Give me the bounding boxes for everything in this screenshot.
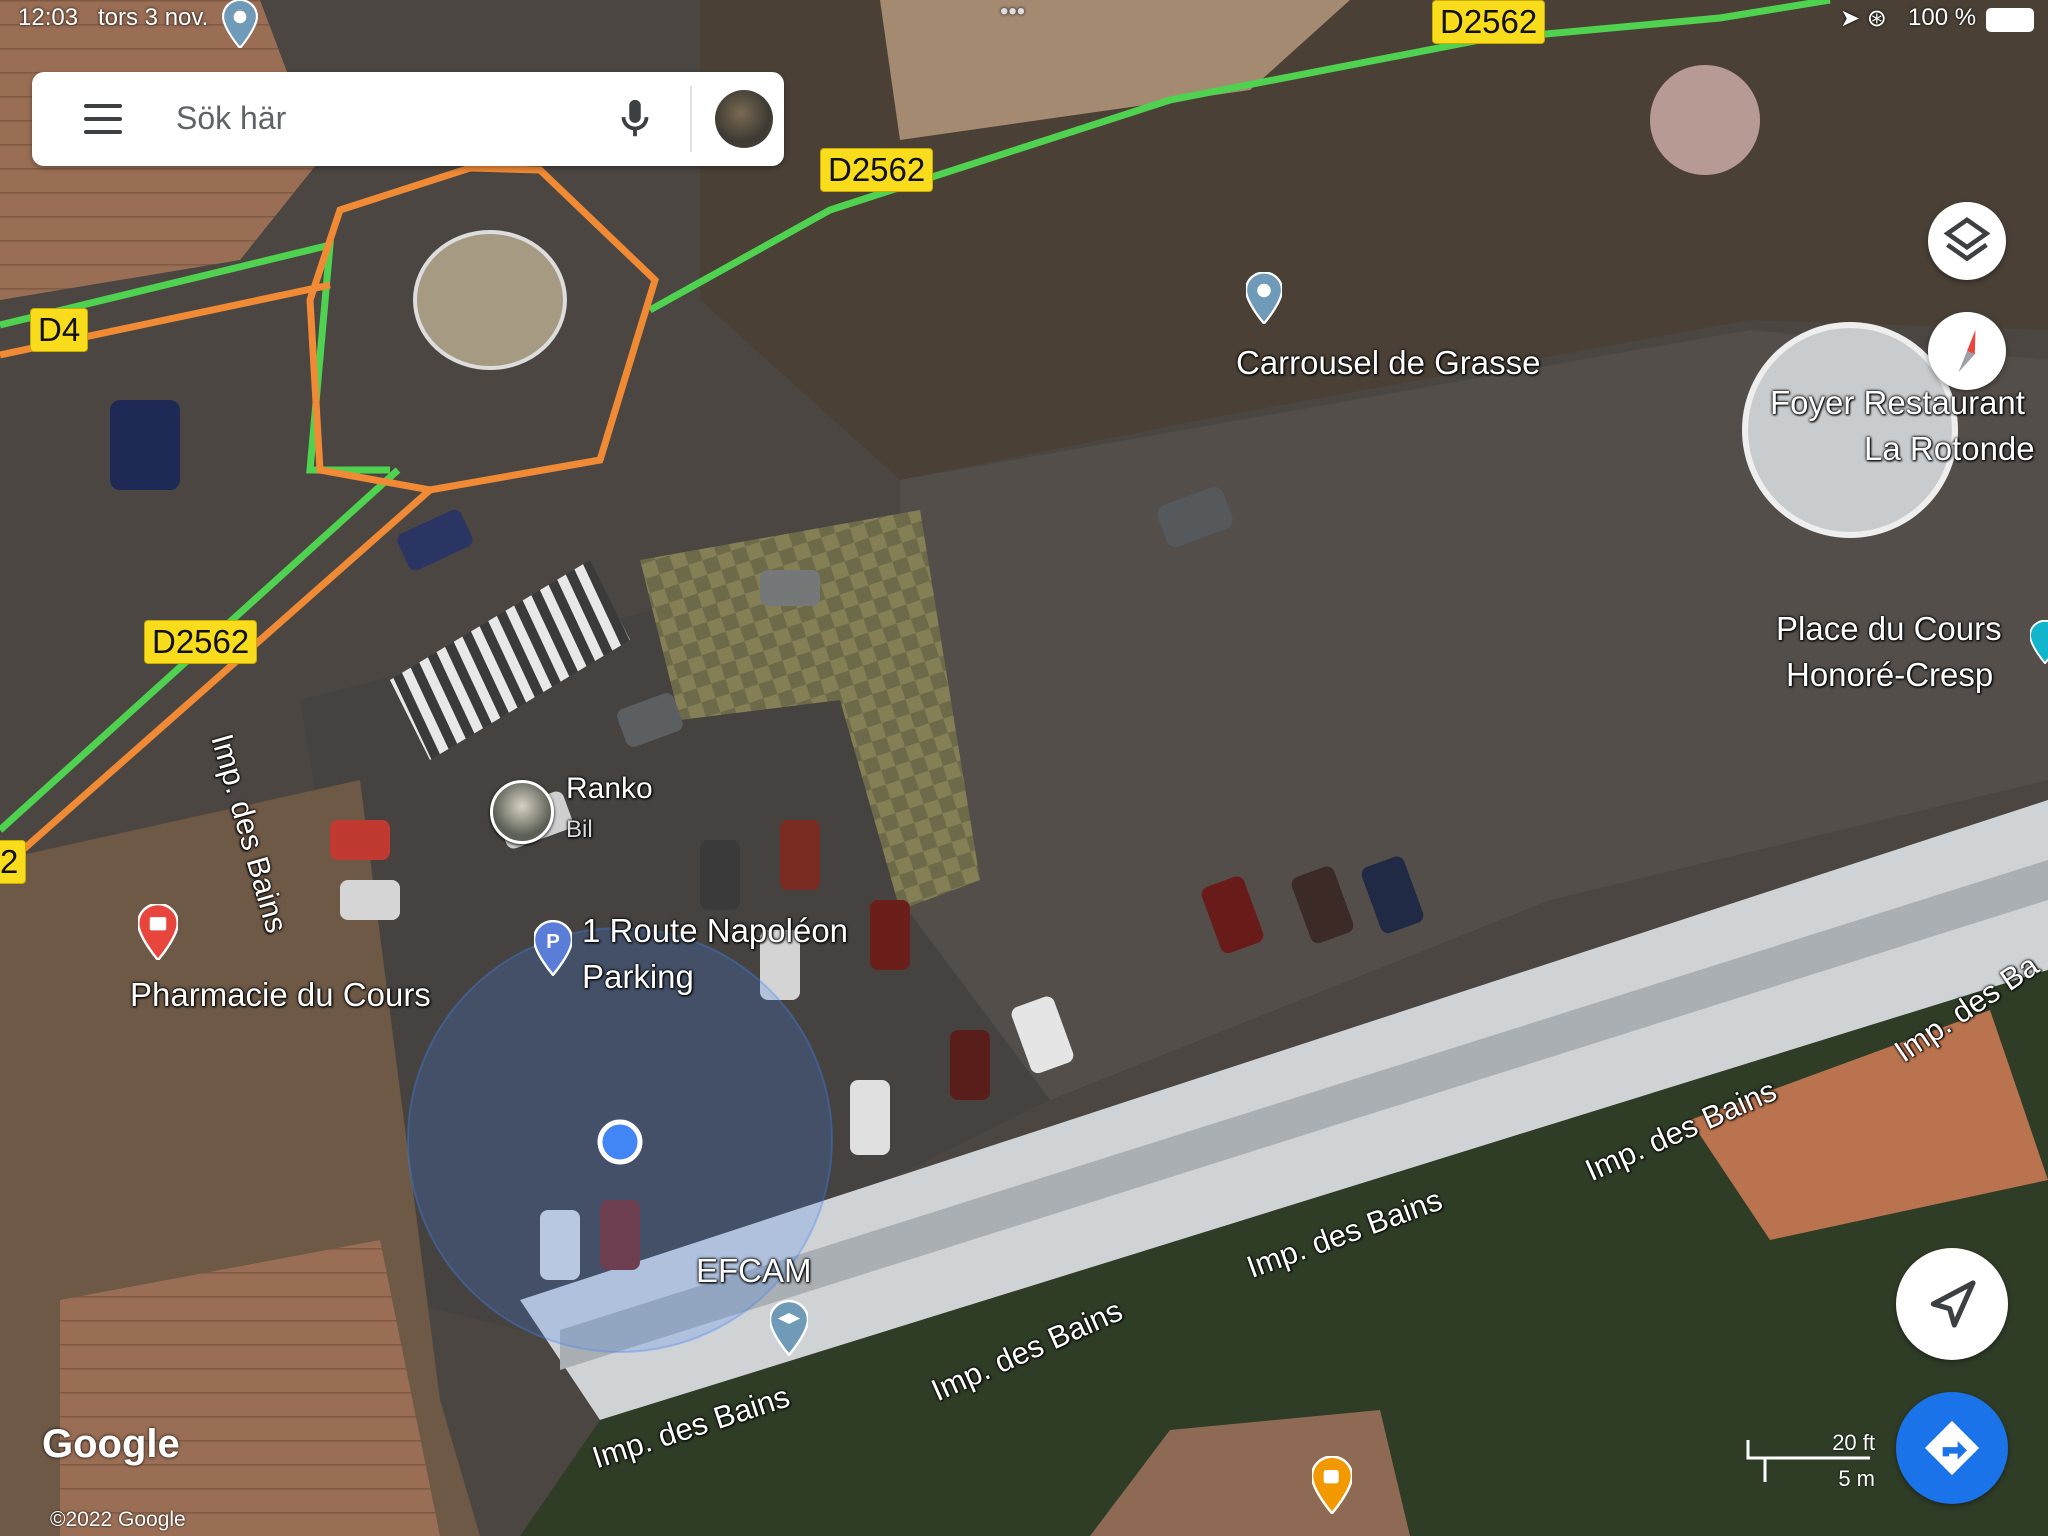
car	[950, 1030, 990, 1100]
car	[700, 840, 740, 910]
battery-icon	[1986, 8, 2034, 32]
map-pin-icon[interactable]	[1246, 272, 1282, 324]
contact-sub: Bil	[566, 816, 593, 843]
directions-icon	[1924, 1420, 1980, 1476]
directions-button[interactable]	[1896, 1392, 2008, 1504]
map-pin-icon[interactable]	[222, 0, 258, 48]
place-label-parking-line2[interactable]: Parking	[582, 958, 694, 996]
scale-line	[1746, 1440, 1870, 1482]
status-date: tors 3 nov.	[98, 4, 209, 31]
account-avatar[interactable]	[715, 90, 773, 148]
menu-icon[interactable]	[84, 104, 122, 134]
place-label-foyer-line2[interactable]: La Rotonde	[1864, 430, 2035, 468]
map-pin-icon[interactable]	[2030, 620, 2048, 664]
compass-button[interactable]	[1928, 312, 2006, 390]
contact-name[interactable]: Ranko	[566, 772, 653, 807]
road-shield: 2	[0, 840, 27, 884]
my-location-dot	[597, 1119, 643, 1165]
car	[780, 820, 820, 890]
scale-bar: 20 ft 5 m	[1745, 1430, 1875, 1491]
divider	[690, 86, 692, 152]
layers-button[interactable]	[1928, 202, 2006, 280]
car	[110, 400, 180, 490]
place-label-place-line2[interactable]: Honoré-Cresp	[1786, 656, 1993, 694]
search-bar[interactable]: Sök här	[32, 72, 784, 166]
layers-icon	[1943, 217, 1991, 262]
satellite-map[interactable]	[0, 0, 2048, 1536]
mic-icon[interactable]	[612, 94, 658, 144]
my-location-button[interactable]	[1896, 1248, 2008, 1360]
road-shield: D2562	[144, 620, 258, 664]
road-shield: D2562	[1432, 0, 1546, 44]
my-location-icon	[1930, 1280, 1976, 1328]
copyright: ©2022 Google	[50, 1508, 186, 1531]
place-label-place-line1[interactable]: Place du Cours	[1776, 610, 2002, 648]
place-label-pharmacie[interactable]: Pharmacie du Cours	[130, 976, 431, 1014]
place-label-efcam[interactable]: EFCAM	[696, 1252, 812, 1290]
place-label-parking-line1[interactable]: 1 Route Napoléon	[582, 912, 848, 950]
road-shield: D4	[30, 308, 89, 352]
car	[870, 900, 910, 970]
car	[850, 1080, 890, 1155]
multitask-dots[interactable]: •••	[1000, 0, 1025, 26]
roundabout	[413, 230, 567, 370]
status-time: 12:03	[18, 4, 79, 31]
place-label-carrousel[interactable]: Carrousel de Grasse	[1236, 344, 1540, 382]
pharmacy-icon[interactable]	[138, 904, 178, 960]
road-shield: D2562	[820, 148, 934, 192]
svg-text:P: P	[546, 930, 560, 953]
school-icon[interactable]	[770, 1300, 808, 1356]
car	[340, 880, 400, 920]
carousel	[1650, 65, 1760, 175]
search-input[interactable]: Sök här	[176, 100, 286, 137]
cafe-icon[interactable]	[1312, 1456, 1352, 1514]
contact-avatar[interactable]	[490, 780, 554, 844]
parking-icon[interactable]: P	[534, 920, 572, 976]
compass-icon	[1958, 329, 1976, 373]
battery-percent: 100 %	[1908, 4, 1977, 31]
car	[760, 570, 820, 606]
google-logo: Google	[42, 1422, 180, 1466]
car	[330, 820, 390, 860]
status-icons: ➤ ⊛	[1840, 5, 1887, 32]
